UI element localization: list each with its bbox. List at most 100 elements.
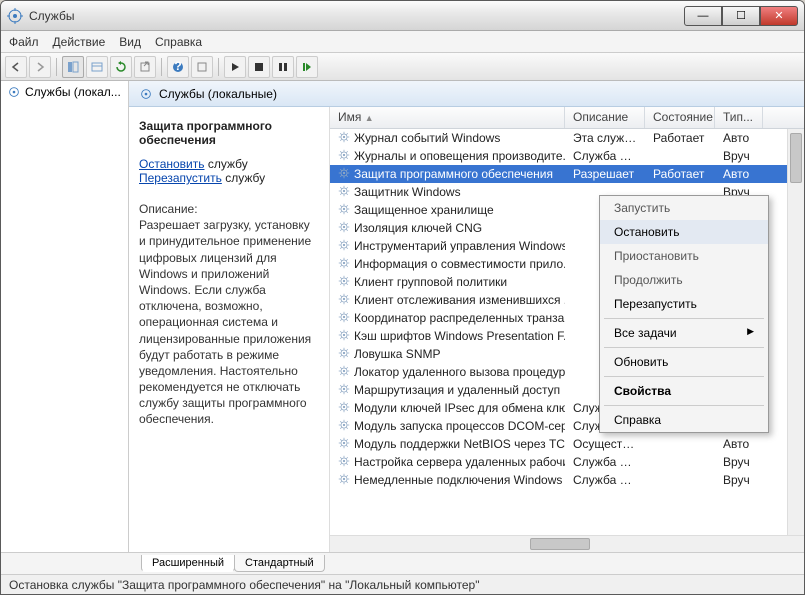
- maximize-button[interactable]: ☐: [722, 6, 760, 26]
- col-header-type[interactable]: Тип...: [715, 107, 763, 128]
- restart-service-link[interactable]: Перезапустить: [139, 171, 222, 185]
- help-button[interactable]: ?: [167, 56, 189, 78]
- stop-service-button[interactable]: [248, 56, 270, 78]
- gear-icon: [338, 365, 350, 380]
- context-menu: Запустить Остановить Приостановить Продо…: [599, 195, 769, 433]
- pause-service-button[interactable]: [272, 56, 294, 78]
- ctx-properties[interactable]: Свойства: [600, 379, 768, 403]
- cell-type: Авто: [715, 166, 763, 182]
- cell-desc: Служба W...: [565, 472, 645, 488]
- detail-title: Защита программного обеспечения: [139, 119, 319, 147]
- cell-name: Кэш шрифтов Windows Presentation F...: [330, 328, 565, 345]
- table-row[interactable]: Журнал событий WindowsЭта служб...Работа…: [330, 129, 804, 147]
- menu-action[interactable]: Действие: [53, 35, 106, 49]
- cell-name: Модули ключей IPsec для обмена клю...: [330, 400, 565, 417]
- window-title: Службы: [29, 9, 684, 23]
- cell-desc: [565, 191, 645, 193]
- vertical-scrollbar[interactable]: [787, 129, 804, 535]
- export-button[interactable]: [134, 56, 156, 78]
- cell-state: [645, 461, 715, 463]
- gear-icon: [338, 221, 350, 236]
- gear-icon: [338, 437, 350, 452]
- cell-state: Работает: [645, 166, 715, 182]
- cell-name: Ловушка SNMP: [330, 346, 565, 363]
- detail-restart-line: Перезапустить службу: [139, 171, 319, 185]
- cell-name: Маршрутизация и удаленный доступ: [330, 382, 565, 399]
- cell-name: Защищенное хранилище: [330, 202, 565, 219]
- ctx-start[interactable]: Запустить: [600, 196, 768, 220]
- gear-icon: [338, 329, 350, 344]
- gear-icon: [338, 149, 350, 164]
- horizontal-scrollbar[interactable]: [330, 535, 804, 552]
- description-label: Описание:: [139, 201, 319, 217]
- toolbar-button-8[interactable]: [191, 56, 213, 78]
- tab-standard[interactable]: Стандартный: [234, 555, 325, 572]
- stop-service-link[interactable]: Остановить: [139, 157, 205, 171]
- menu-view[interactable]: Вид: [119, 35, 141, 49]
- ctx-pause[interactable]: Приостановить: [600, 244, 768, 268]
- cell-name: Журнал событий Windows: [330, 130, 565, 147]
- back-button[interactable]: [5, 56, 27, 78]
- cell-type: Вруч: [715, 472, 763, 488]
- show-hide-tree-button[interactable]: [62, 56, 84, 78]
- ctx-restart[interactable]: Перезапустить: [600, 292, 768, 316]
- ctx-refresh[interactable]: Обновить: [600, 350, 768, 374]
- cell-state: [645, 443, 715, 445]
- gear-icon: [338, 185, 350, 200]
- ctx-help[interactable]: Справка: [600, 408, 768, 432]
- window-buttons: — ☐ ✕: [684, 6, 798, 26]
- col-header-state[interactable]: Состояние: [645, 107, 715, 128]
- cell-name: Модуль поддержки NetBIOS через TCP...: [330, 436, 565, 453]
- gear-icon: [338, 203, 350, 218]
- close-button[interactable]: ✕: [760, 6, 798, 26]
- cell-type: Авто: [715, 130, 763, 146]
- gear-icon: [338, 275, 350, 290]
- cell-name: Немедленные подключения Windows ...: [330, 472, 565, 489]
- gear-icon: [338, 455, 350, 470]
- cell-type: Вруч: [715, 148, 763, 164]
- status-bar: Остановка службы "Защита программного об…: [1, 574, 804, 594]
- gear-icon: [338, 383, 350, 398]
- table-row[interactable]: Настройка сервера удаленных рабочи...Слу…: [330, 453, 804, 471]
- menu-help[interactable]: Справка: [155, 35, 202, 49]
- ctx-all-tasks[interactable]: Все задачи: [600, 321, 768, 345]
- table-row[interactable]: Журналы и оповещения производите...Служб…: [330, 147, 804, 165]
- table-row[interactable]: Немедленные подключения Windows ...Служб…: [330, 471, 804, 489]
- start-service-button[interactable]: [224, 56, 246, 78]
- services-window: Службы — ☐ ✕ Файл Действие Вид Справка ?: [0, 0, 805, 595]
- col-header-desc[interactable]: Описание: [565, 107, 645, 128]
- ctx-resume[interactable]: Продолжить: [600, 268, 768, 292]
- table-row[interactable]: Модуль поддержки NetBIOS через TCP...Осу…: [330, 435, 804, 453]
- cell-name: Информация о совместимости прило...: [330, 256, 565, 273]
- ctx-stop[interactable]: Остановить: [600, 220, 768, 244]
- gear-icon: [338, 131, 350, 146]
- properties-button[interactable]: [86, 56, 108, 78]
- footer-tabs: Расширенный Стандартный: [1, 552, 804, 574]
- cell-state: [645, 191, 715, 193]
- cell-name: Защита программного обеспечения: [330, 166, 565, 183]
- cell-name: Модуль запуска процессов DCOM-сер...: [330, 418, 565, 435]
- restart-service-button[interactable]: [296, 56, 318, 78]
- tree-root-item[interactable]: Службы (локал...: [1, 81, 128, 103]
- content-header: Службы (локальные): [129, 81, 804, 107]
- refresh-button[interactable]: [110, 56, 132, 78]
- gear-icon: [338, 473, 350, 488]
- tree-root-label: Службы (локал...: [25, 85, 121, 99]
- menu-bar: Файл Действие Вид Справка: [1, 31, 804, 53]
- col-header-name[interactable]: Имя ▲: [330, 107, 565, 128]
- tab-extended[interactable]: Расширенный: [141, 555, 235, 572]
- cell-name: Изоляция ключей CNG: [330, 220, 565, 237]
- menu-file[interactable]: Файл: [9, 35, 39, 49]
- detail-stop-line: Остановить службу: [139, 157, 319, 171]
- forward-button[interactable]: [29, 56, 51, 78]
- minimize-button[interactable]: —: [684, 6, 722, 26]
- cell-type: Вруч: [715, 454, 763, 470]
- cell-name: Клиент отслеживания изменившихся ...: [330, 292, 565, 309]
- gear-icon: [338, 401, 350, 416]
- cell-state: [645, 479, 715, 481]
- tree-panel: Службы (локал...: [1, 81, 129, 552]
- gear-icon: [338, 239, 350, 254]
- title-bar[interactable]: Службы — ☐ ✕: [1, 1, 804, 31]
- cell-state: Работает: [645, 130, 715, 146]
- table-row[interactable]: Защита программного обеспеченияРазрешает…: [330, 165, 804, 183]
